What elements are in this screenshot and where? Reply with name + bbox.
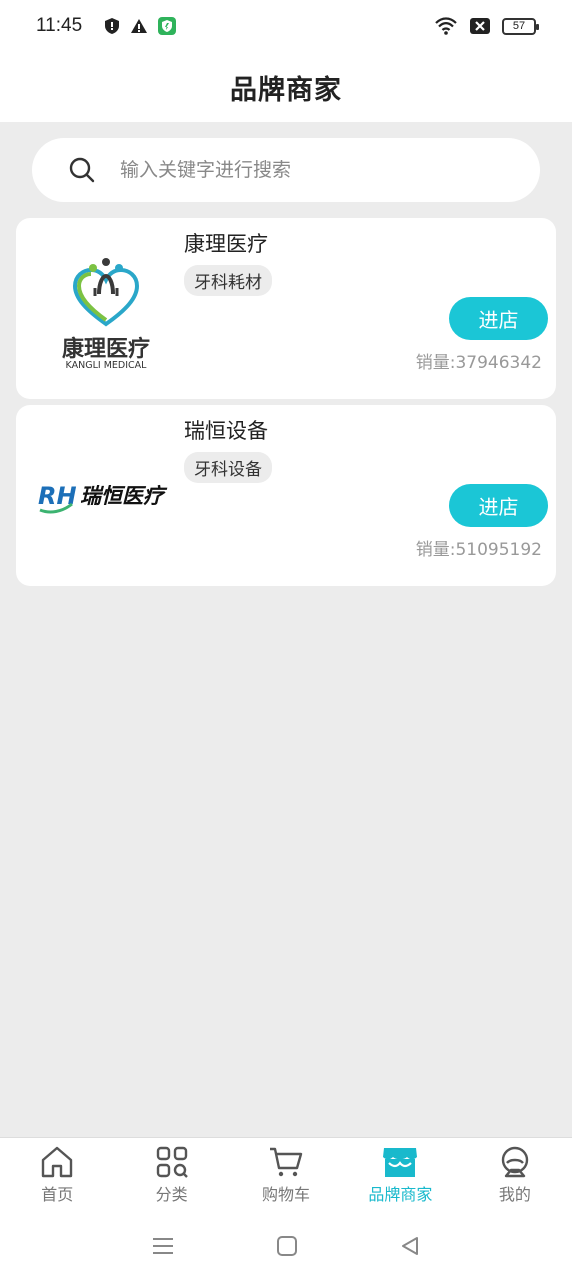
tab-home[interactable]: 首页 <box>0 1138 114 1212</box>
brand-name: 瑞恒设备 <box>184 419 268 443</box>
brand-logo-text-en: KANGLI MEDICAL <box>66 360 148 371</box>
category-icon <box>156 1146 188 1178</box>
status-time: 11:45 <box>36 15 83 36</box>
brand-category-tag: 牙科设备 <box>184 452 272 483</box>
search-icon <box>69 157 95 183</box>
tab-label: 首页 <box>41 1185 74 1204</box>
tab-category[interactable]: 分类 <box>114 1138 228 1212</box>
tab-brand-merchants[interactable]: 品牌商家 <box>343 1138 457 1212</box>
brand-logo-text-cn: 瑞恒医疗 <box>80 484 168 508</box>
brand-category-tag: 牙科耗材 <box>184 265 272 296</box>
brand-name: 康理医疗 <box>184 232 268 256</box>
cart-icon <box>270 1147 303 1177</box>
search-bar[interactable] <box>32 138 540 202</box>
security-app-icon <box>158 17 177 35</box>
tab-label: 购物车 <box>262 1185 311 1204</box>
battery-icon: 57 <box>502 17 539 35</box>
home-button-icon[interactable] <box>276 1235 298 1257</box>
status-bar: 11:45 57 <box>0 0 572 52</box>
brand-card[interactable]: RH 瑞恒医疗 瑞恒设备 牙科设备 进店 销量:51095192 <box>16 405 556 586</box>
tab-label: 品牌商家 <box>368 1185 433 1204</box>
brand-logo-ruiheng: RH 瑞恒医疗 <box>32 425 180 565</box>
brand-logo-kangli: 康理医疗 KANGLI MEDICAL <box>32 238 180 378</box>
tab-profile[interactable]: 我的 <box>458 1138 572 1212</box>
page-title: 品牌商家 <box>230 74 342 106</box>
enter-store-button[interactable]: 进店 <box>449 297 548 340</box>
shield-icon <box>105 18 120 34</box>
search-input[interactable] <box>120 159 500 181</box>
sim-disabled-icon <box>470 18 490 34</box>
wifi-icon <box>435 17 457 35</box>
status-right-icons: 57 <box>434 17 539 35</box>
tab-cart[interactable]: 购物车 <box>229 1138 343 1212</box>
warning-icon <box>131 19 148 33</box>
tab-label: 分类 <box>155 1185 188 1204</box>
menu-icon[interactable] <box>151 1236 175 1256</box>
tab-label: 我的 <box>498 1185 531 1204</box>
status-notification-icons <box>104 17 177 35</box>
enter-store-button[interactable]: 进店 <box>449 484 548 527</box>
page-header: 品牌商家 <box>0 52 572 122</box>
system-nav-bar <box>0 1212 572 1280</box>
profile-icon <box>501 1146 529 1178</box>
sales-count: 销量:37946342 <box>415 353 542 373</box>
sales-count: 销量:51095192 <box>415 540 542 560</box>
bottom-tab-bar: 首页 分类 购物车 品牌商家 我的 <box>0 1137 572 1212</box>
back-icon[interactable] <box>399 1235 421 1257</box>
brand-logo-text-cn: 康理医疗 <box>62 336 150 362</box>
store-icon <box>383 1148 418 1177</box>
home-icon <box>42 1146 73 1178</box>
brand-card[interactable]: 康理医疗 KANGLI MEDICAL 康理医疗 牙科耗材 进店 销量:3794… <box>16 218 556 399</box>
